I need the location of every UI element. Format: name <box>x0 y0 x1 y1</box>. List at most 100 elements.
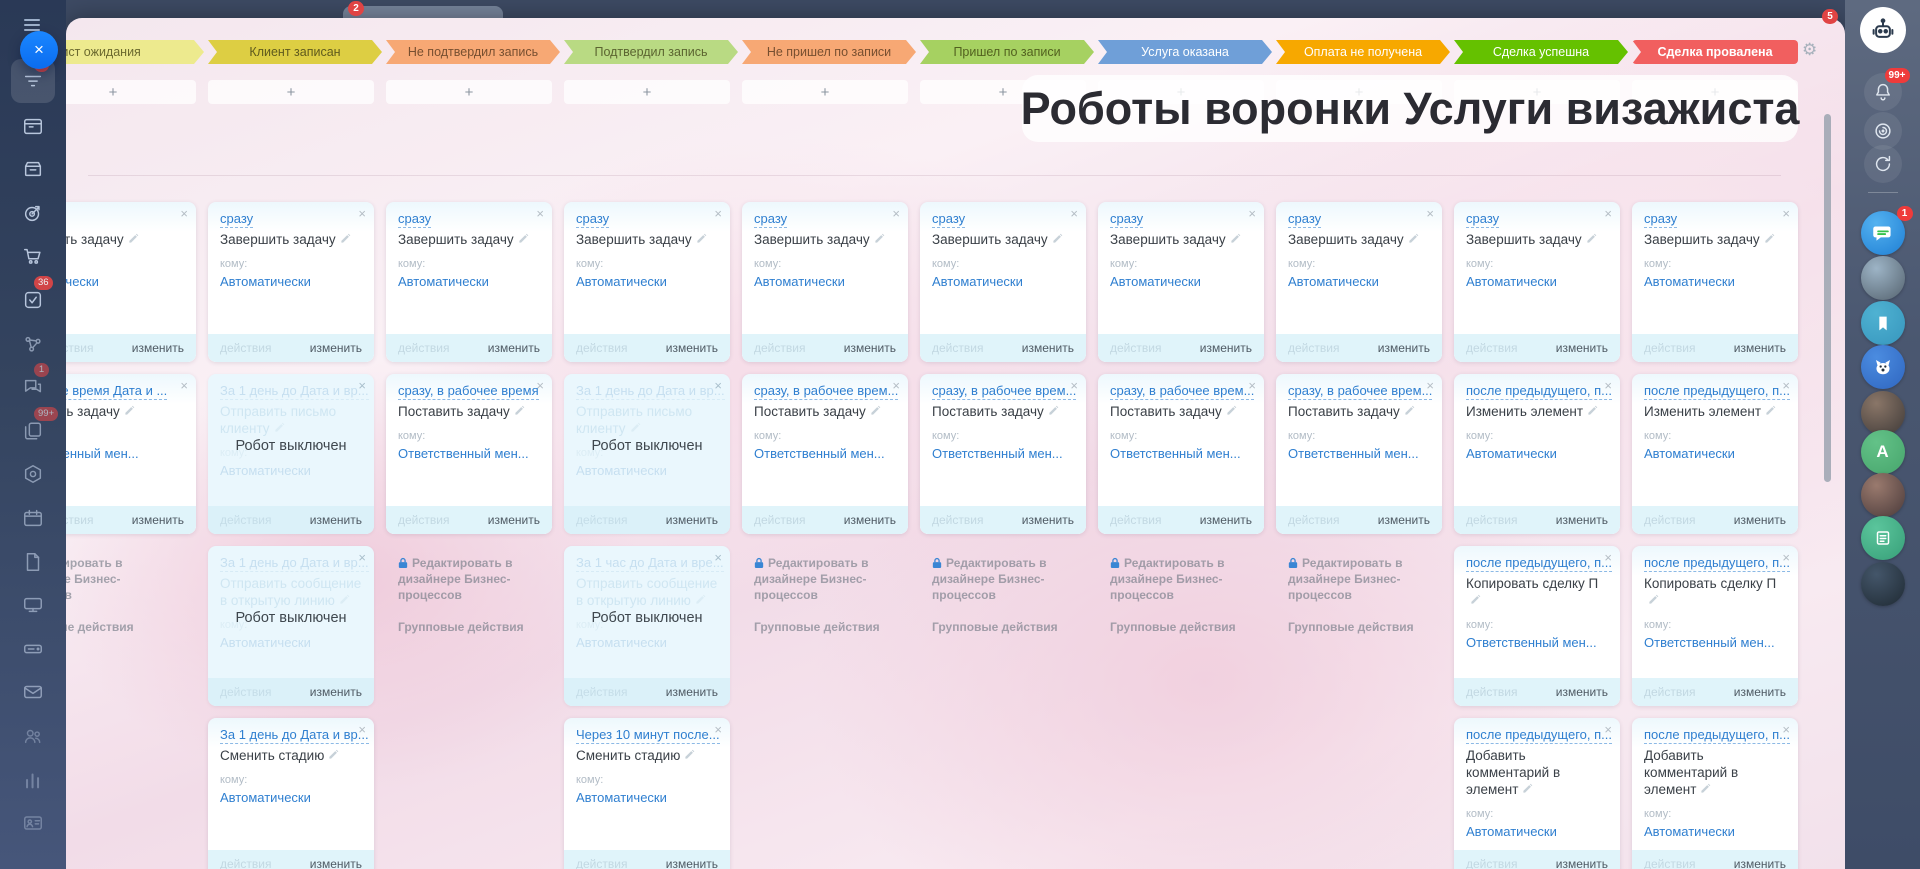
card-actions-link[interactable]: действия <box>220 685 271 699</box>
robot-recipient-link[interactable]: Автоматически <box>1466 446 1608 462</box>
robot-trigger-link[interactable]: после предыдущего, п... <box>1644 727 1790 744</box>
notifications-bell-icon[interactable]: 99+ <box>1864 73 1902 111</box>
robot-action-name[interactable]: Завершить задачу <box>1288 232 1404 247</box>
card-actions-link[interactable]: действия <box>398 341 449 355</box>
close-icon[interactable]: × <box>714 551 722 564</box>
robot-recipient-link[interactable]: Автоматически <box>220 274 362 290</box>
robot-action-name[interactable]: Сменить стадию <box>576 748 680 763</box>
robot-trigger-link[interactable]: сразу <box>1288 211 1321 228</box>
robot-trigger-link[interactable]: сразу <box>1110 211 1143 228</box>
robot-action-name[interactable]: Копировать сделку П <box>1466 576 1598 591</box>
edit-pencil-icon[interactable] <box>328 747 339 764</box>
card-edit-link[interactable]: изменить <box>844 341 896 355</box>
robot-recipient-link[interactable]: Автоматически <box>576 463 718 479</box>
card-actions-link[interactable]: действия <box>1466 857 1517 869</box>
robot-action-name[interactable]: Поставить задачу <box>1110 404 1222 419</box>
robot-recipient-link[interactable]: Автоматически <box>1288 274 1430 290</box>
stage-chevron[interactable]: Оплата не получена <box>1276 40 1450 64</box>
card-edit-link[interactable]: изменить <box>1200 513 1252 527</box>
robot-recipient-link[interactable]: Автоматически <box>220 635 362 651</box>
robot-trigger-link[interactable]: За 1 день до Дата и вр... <box>220 555 369 572</box>
card-edit-link[interactable]: изменить <box>1556 685 1608 699</box>
robot-recipient-link[interactable]: Автоматически <box>1644 446 1786 462</box>
stage-chevron[interactable]: Не подтвердил запись <box>386 40 560 64</box>
moto-avatar[interactable] <box>1861 562 1905 606</box>
card-edit-link[interactable]: изменить <box>666 341 718 355</box>
edit-pencil-icon[interactable] <box>1470 592 1481 609</box>
stage-chevron[interactable]: Пришел по записи <box>920 40 1094 64</box>
close-icon[interactable]: × <box>714 379 722 392</box>
card-actions-link[interactable]: действия <box>1466 341 1517 355</box>
edit-pencil-icon[interactable] <box>870 403 881 420</box>
card-actions-link[interactable]: действия <box>576 857 627 869</box>
sales-icon[interactable] <box>0 236 66 276</box>
card-edit-link[interactable]: изменить <box>488 513 540 527</box>
edit-pencil-icon[interactable] <box>1226 403 1237 420</box>
card-actions-link[interactable]: действия <box>754 341 805 355</box>
calendar-icon[interactable] <box>0 498 66 538</box>
robot-trigger-link[interactable]: после предыдущего, п... <box>1466 383 1612 400</box>
drive-icon[interactable] <box>0 629 66 669</box>
robot-recipient-link[interactable]: Автоматически <box>576 274 718 290</box>
robot-trigger-link[interactable]: сразу <box>1644 211 1677 228</box>
card-edit-link[interactable]: изменить <box>1734 341 1786 355</box>
card-edit-link[interactable]: изменить <box>1734 685 1786 699</box>
card-actions-link[interactable]: действия <box>1644 685 1695 699</box>
stage-chevron[interactable]: Услуга оказана <box>1098 40 1272 64</box>
robot-recipient-link[interactable]: Автоматически <box>66 274 184 290</box>
edit-pencil-icon[interactable] <box>1404 403 1415 420</box>
edit-pencil-icon[interactable] <box>1522 781 1533 798</box>
user-avatar-2[interactable] <box>1861 391 1905 435</box>
robot-action-name[interactable]: Изменить элемент <box>1644 404 1761 419</box>
edit-pencil-icon[interactable] <box>274 420 285 437</box>
robot-recipient-link[interactable]: Автоматически <box>1466 274 1608 290</box>
card-edit-link[interactable]: изменить <box>1378 513 1430 527</box>
robot-recipient-link[interactable]: Автоматически <box>1644 824 1786 840</box>
close-icon[interactable]: × <box>1604 723 1612 736</box>
close-icon[interactable]: × <box>180 379 188 392</box>
edit-pencil-icon[interactable] <box>874 231 885 248</box>
edit-pencil-icon[interactable] <box>1586 231 1597 248</box>
close-icon[interactable]: × <box>714 723 722 736</box>
robot-recipient-link[interactable]: Автоматически <box>754 274 896 290</box>
stage-chevron[interactable]: Подтвердил запись <box>564 40 738 64</box>
robot-trigger-link[interactable]: сразу <box>398 211 431 228</box>
card-edit-link[interactable]: изменить <box>1200 341 1252 355</box>
user-avatar-1[interactable] <box>1861 256 1905 300</box>
robot-recipient-link[interactable]: Автоматически <box>576 790 718 806</box>
edit-pencil-icon[interactable] <box>684 747 695 764</box>
robot-trigger-link[interactable]: За 1 день до Дата и вр... <box>220 383 369 400</box>
robot-action-name[interactable]: Завершить задачу <box>1466 232 1582 247</box>
mail-icon[interactable] <box>0 672 66 712</box>
robot-action-name[interactable]: Завершить задачу <box>66 232 124 247</box>
close-icon[interactable]: × <box>714 207 722 220</box>
add-robot-button[interactable]: + <box>386 80 552 104</box>
card-edit-link[interactable]: изменить <box>310 685 362 699</box>
feed-icon[interactable]: 99+ <box>0 411 66 451</box>
edit-pencil-icon[interactable] <box>630 420 641 437</box>
add-robot-button[interactable]: + <box>564 80 730 104</box>
edit-pencil-icon[interactable] <box>1230 231 1241 248</box>
card-actions-link[interactable]: действия <box>1110 513 1161 527</box>
robot-trigger-link[interactable]: сразу <box>754 211 787 228</box>
robot-trigger-link[interactable]: сразу <box>576 211 609 228</box>
edit-pencil-icon[interactable] <box>124 403 135 420</box>
close-icon[interactable]: × <box>1782 551 1790 564</box>
card-actions-link[interactable]: действия <box>398 513 449 527</box>
card-edit-link[interactable]: изменить <box>1734 857 1786 869</box>
close-icon[interactable]: × <box>358 723 366 736</box>
card-edit-link[interactable]: изменить <box>132 513 184 527</box>
robot-action-name[interactable]: Поставить задачу <box>66 404 120 419</box>
robot-trigger-link[interactable]: сразу, в рабочее врем... <box>1110 383 1254 400</box>
card-actions-link[interactable]: действия <box>754 513 805 527</box>
edit-pencil-icon[interactable] <box>696 231 707 248</box>
card-edit-link[interactable]: изменить <box>666 857 718 869</box>
edit-pencil-icon[interactable] <box>1700 781 1711 798</box>
edit-pencil-icon[interactable] <box>1587 403 1598 420</box>
close-icon[interactable]: × <box>1426 379 1434 392</box>
stage-chevron[interactable]: Сделка провалена <box>1632 40 1798 64</box>
robot-trigger-link[interactable]: сразу, в рабочее врем... <box>1288 383 1432 400</box>
copilot-bot-avatar[interactable] <box>1860 7 1906 53</box>
edit-pencil-icon[interactable] <box>1052 231 1063 248</box>
close-icon[interactable]: × <box>358 551 366 564</box>
